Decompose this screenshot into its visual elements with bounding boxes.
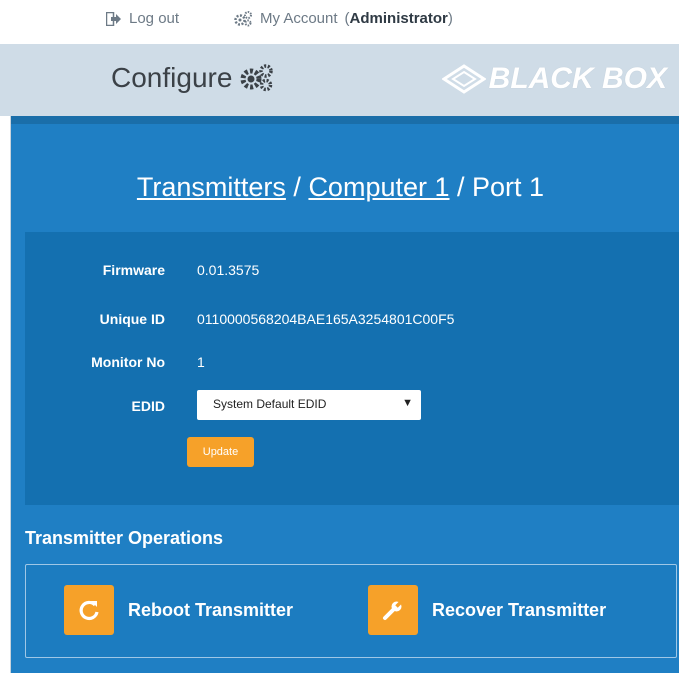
breadcrumb-separator: / — [285, 172, 309, 202]
my-account-link[interactable]: My Account (Administrator) — [233, 10, 453, 27]
reboot-transmitter-label: Reboot Transmitter — [128, 599, 294, 620]
breadcrumb-current: Port 1 — [472, 172, 545, 202]
breadcrumb-computer-link[interactable]: Computer 1 — [308, 172, 449, 202]
page-title-text: Configure — [111, 62, 233, 93]
breadcrumb: Transmitters / Computer 1 / Port 1 — [11, 172, 670, 203]
logout-icon — [106, 11, 121, 26]
breadcrumb-transmitters-link[interactable]: Transmitters — [137, 172, 286, 202]
unique-id-label: Unique ID — [99, 311, 165, 327]
dropdown-arrow-icon: ▼ — [402, 397, 413, 409]
main-content: Transmitters / Computer 1 / Port 1 Firmw… — [10, 116, 679, 673]
operations-box: Reboot Transmitter Recover Transmitter — [25, 564, 677, 658]
edid-selected-value: System Default EDID — [213, 397, 327, 411]
account-role-name: Administrator — [349, 10, 448, 27]
logo-text: BLACK BOX — [488, 62, 667, 95]
header-divider — [11, 116, 679, 124]
logout-label: Log out — [129, 10, 180, 27]
logout-link[interactable]: Log out — [106, 10, 179, 27]
gears-icon — [234, 10, 252, 26]
breadcrumb-separator: / — [449, 172, 473, 202]
edid-label: EDID — [131, 398, 165, 414]
gears-icon — [240, 64, 274, 92]
page-title: Configure — [111, 62, 274, 94]
refresh-icon — [64, 585, 114, 635]
operations-title: Transmitter Operations — [25, 528, 224, 548]
page-header: Configure BLACK BOX — [0, 44, 679, 116]
firmware-row: Firmware 0.01.3575 — [25, 262, 679, 284]
reboot-transmitter-button[interactable]: Reboot Transmitter — [64, 585, 293, 635]
firmware-label: Firmware — [102, 262, 165, 278]
unique-id-row: Unique ID 0110000568204BAE165A3254801C00… — [25, 311, 679, 333]
update-button[interactable]: Update — [187, 437, 254, 467]
recover-transmitter-label: Recover Transmitter — [432, 599, 607, 620]
monitor-no-value: 1 — [197, 354, 205, 370]
firmware-value: 0.01.3575 — [197, 262, 260, 278]
diamond-logo-icon — [441, 64, 486, 94]
monitor-no-label: Monitor No — [91, 354, 165, 370]
recover-transmitter-button[interactable]: Recover Transmitter — [368, 585, 606, 635]
monitor-no-row: Monitor No 1 — [25, 354, 679, 376]
account-role: (Administrator) — [344, 10, 453, 27]
wrench-icon — [368, 585, 418, 635]
unique-id-value: 0110000568204BAE165A3254801C00F5 — [197, 311, 455, 327]
my-account-label: My Account — [260, 10, 338, 27]
top-bar: Log out My Account (Administrator) — [0, 0, 679, 42]
black-box-logo: BLACK BOX — [441, 62, 667, 96]
edid-select[interactable]: System Default EDID ▼ — [197, 390, 421, 420]
